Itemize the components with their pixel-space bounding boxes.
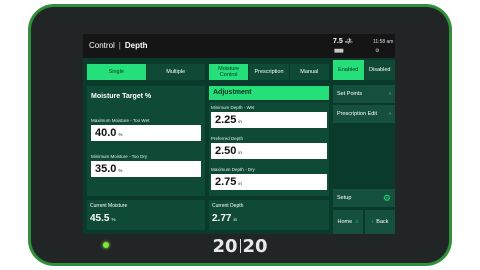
adjustment-panel: Minimum Depth - Wet 2.25 in Preferred Dep… xyxy=(209,102,329,196)
source-toggle: Moisture Control Prescription Manual xyxy=(209,64,329,80)
max-depth-value: 2.75 xyxy=(215,176,237,188)
brand-left: 20 xyxy=(212,236,238,257)
max-depth-label: Maximum Depth - Dry xyxy=(211,167,255,172)
moisture-target-title: Moisture Target % xyxy=(91,93,152,100)
current-depth-value: 2.77 xyxy=(212,213,232,224)
power-led xyxy=(103,242,109,248)
prescription-edit-button[interactable]: Prescription Edit › xyxy=(333,105,395,123)
satellite-icon: ✈ xyxy=(347,38,353,44)
signal-bars-icon: ▮▮▮▮▮ xyxy=(334,48,344,54)
min-depth-label: Minimum Depth - Wet xyxy=(211,105,255,110)
current-depth-panel: Current Depth 2.77 in xyxy=(209,200,329,230)
preferred-depth-label: Preferred Depth xyxy=(211,136,244,141)
back-button[interactable]: ‹ Back xyxy=(365,210,395,234)
speed-value: 7.5 xyxy=(333,38,343,45)
back-label: Back xyxy=(376,219,389,225)
source-prescription-button[interactable]: Prescription xyxy=(249,64,290,80)
gps-icon: ⚙ xyxy=(375,48,380,54)
mode-single-button[interactable]: Single xyxy=(87,64,147,80)
current-moisture-unit: % xyxy=(111,217,116,222)
max-moisture-value: 40.0 xyxy=(95,127,117,139)
setup-label: Setup xyxy=(337,195,352,201)
set-points-label: Set Points xyxy=(337,91,363,97)
breadcrumb: Control | Depth xyxy=(89,41,148,50)
source-moisture-control-button[interactable]: Moisture Control xyxy=(209,64,250,80)
display-screen: Control | Depth 7.5 mph ✈ ▮▮▮▮▮ 11:58 am ⚙… xyxy=(83,34,395,234)
max-moisture-unit: % xyxy=(118,132,123,137)
preferred-depth-unit: in xyxy=(238,150,242,155)
chevron-right-icon: › xyxy=(389,91,391,97)
breadcrumb-app[interactable]: Control xyxy=(89,41,115,50)
state-toggle: Enabled Disabled xyxy=(333,60,395,80)
min-moisture-value: 35.0 xyxy=(95,163,117,175)
current-depth-label: Current Depth xyxy=(212,203,244,209)
adjustment-title: Adjustment xyxy=(209,86,329,100)
current-depth-unit: in xyxy=(233,217,237,222)
brand-right: 20 xyxy=(242,236,268,257)
page-title: Depth xyxy=(124,41,148,50)
mode-toggle: Single Multiple xyxy=(87,64,205,80)
source-manual-button[interactable]: Manual xyxy=(290,64,329,80)
set-points-button[interactable]: Set Points › xyxy=(333,85,395,103)
min-depth-value: 2.25 xyxy=(215,114,237,126)
min-moisture-field[interactable]: 35.0% xyxy=(91,161,201,177)
header-bar: Control | Depth 7.5 mph ✈ ▮▮▮▮▮ 11:58 am ⚙ xyxy=(83,34,395,58)
preferred-depth-value: 2.50 xyxy=(215,145,237,157)
min-depth-unit: in xyxy=(238,119,242,124)
home-icon: ⌂ xyxy=(355,219,359,225)
enabled-button[interactable]: Enabled xyxy=(333,60,365,80)
chevron-right-icon: › xyxy=(389,111,391,117)
current-moisture-panel: Current Moisture 45.5% xyxy=(87,200,205,230)
max-depth-field[interactable]: 2.75 in xyxy=(211,174,327,190)
current-depth-readout: 2.77 in xyxy=(212,213,237,224)
brand-logo: 20 20 xyxy=(212,236,268,258)
gear-icon: ⚙ xyxy=(382,193,391,203)
min-depth-field[interactable]: 2.25 in xyxy=(211,112,327,128)
prescription-edit-label: Prescription Edit xyxy=(337,111,378,117)
moisture-target-panel: Moisture Target % Maximum Moisture - Too… xyxy=(87,86,205,196)
disabled-button[interactable]: Disabled xyxy=(365,60,396,80)
min-moisture-label: Minimum Moisture - Too Dry xyxy=(91,154,148,159)
current-moisture-label: Current Moisture xyxy=(90,203,128,209)
current-moisture-readout: 45.5% xyxy=(90,213,115,224)
back-chevron-icon: ‹ xyxy=(371,219,374,225)
current-moisture-value: 45.5 xyxy=(90,213,110,224)
max-moisture-label: Maximum Moisture - Too Wet xyxy=(91,118,150,123)
max-depth-unit: in xyxy=(238,181,242,186)
mode-multiple-button[interactable]: Multiple xyxy=(147,64,206,80)
setup-button[interactable]: Setup ⚙ xyxy=(333,189,395,207)
clock: 11:58 am xyxy=(373,39,394,45)
min-moisture-unit: % xyxy=(118,168,123,173)
preferred-depth-field[interactable]: 2.50 in xyxy=(211,143,327,159)
home-label: Home xyxy=(337,219,353,225)
home-button[interactable]: Home ⌂ xyxy=(333,210,363,234)
max-moisture-field[interactable]: 40.0% xyxy=(91,125,201,141)
